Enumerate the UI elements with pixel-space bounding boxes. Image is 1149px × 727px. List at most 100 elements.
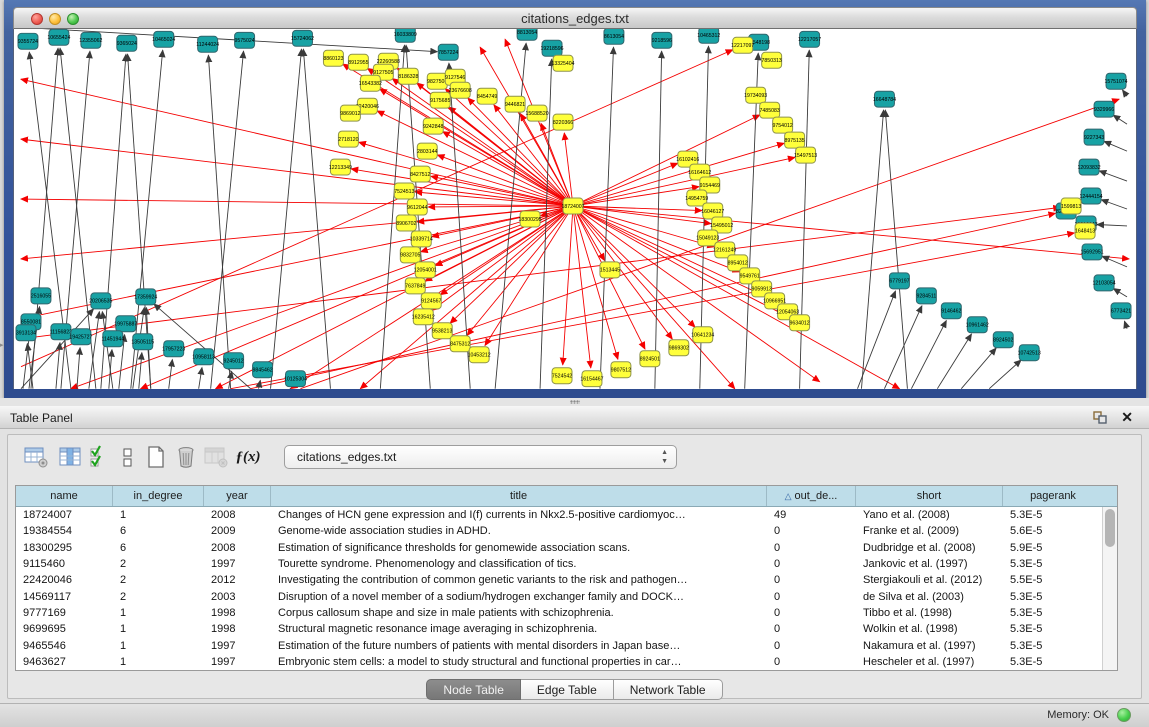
float-panel-icon[interactable]	[1093, 411, 1107, 424]
cell-pagerank[interactable]: 5.3E-5	[1003, 558, 1103, 570]
cell-name[interactable]: 18300295	[16, 542, 113, 554]
tab-network-table[interactable]: Network Table	[614, 679, 723, 700]
graph-node[interactable]: 17957223	[162, 341, 185, 357]
graph-node[interactable]: 23676608	[449, 82, 472, 98]
cell-short[interactable]: Tibbo et al. (1998)	[856, 607, 1003, 619]
cell-name[interactable]: 22420046	[16, 574, 113, 586]
cell-out_degree[interactable]: 0	[767, 525, 856, 537]
cell-year[interactable]: 1998	[204, 607, 271, 619]
cell-in_degree[interactable]: 1	[113, 656, 204, 668]
cell-title[interactable]: Investigating the contribution of common…	[271, 574, 767, 586]
graph-node[interactable]: 12054001	[414, 262, 437, 278]
cell-pagerank[interactable]: 5.3E-5	[1003, 591, 1103, 603]
graph-node[interactable]: 12444154	[1080, 188, 1103, 204]
graph-node[interactable]: 7524513	[394, 183, 414, 199]
tab-edge-table[interactable]: Edge Table	[521, 679, 614, 700]
graph-node[interactable]: 18300295	[519, 211, 542, 227]
graph-node[interactable]: 12213349	[329, 159, 352, 175]
cell-out_degree[interactable]: 0	[767, 640, 856, 652]
graph-node[interactable]: 9355724	[18, 33, 38, 49]
column-header-name[interactable]: name	[16, 486, 113, 506]
cell-title[interactable]: Estimation of significance thresholds fo…	[271, 542, 767, 554]
graph-node[interactable]: 19734093	[744, 87, 767, 103]
graph-node[interactable]: 8906702	[396, 215, 416, 231]
cell-short[interactable]: de Silva et al. (2003)	[856, 591, 1003, 603]
cell-year[interactable]: 1998	[204, 623, 271, 635]
cell-out_degree[interactable]: 0	[767, 542, 856, 554]
table-row[interactable]: 1456911722003Disruption of a novel membe…	[16, 588, 1117, 604]
cell-in_degree[interactable]: 1	[113, 607, 204, 619]
select-all-checks-icon[interactable]	[86, 443, 114, 471]
new-column-icon[interactable]	[142, 443, 170, 471]
cell-in_degree[interactable]: 2	[113, 558, 204, 570]
graph-node[interactable]: 2803144	[417, 143, 437, 159]
graph-node[interactable]: 10125304	[284, 371, 307, 387]
cell-pagerank[interactable]: 5.9E-5	[1003, 542, 1103, 554]
graph-node[interactable]: 9284511	[916, 288, 936, 304]
cell-out_degree[interactable]: 0	[767, 607, 856, 619]
cell-short[interactable]: Franke et al. (2009)	[856, 525, 1003, 537]
graph-node[interactable]: 8975135	[785, 132, 805, 148]
cell-name[interactable]: 9699695	[16, 623, 113, 635]
cell-out_degree[interactable]: 0	[767, 623, 856, 635]
graph-node[interactable]: 9245012	[224, 353, 244, 369]
graph-node[interactable]: 9124567	[421, 293, 441, 309]
cell-out_degree[interactable]: 0	[767, 558, 856, 570]
graph-node[interactable]: 9869302	[669, 340, 689, 356]
table-mode-icon[interactable]	[22, 443, 50, 471]
cell-title[interactable]: Corpus callosum shape and size in male p…	[271, 607, 767, 619]
graph-node[interactable]: 9218596	[652, 32, 672, 48]
cell-name[interactable]: 18724007	[16, 509, 113, 521]
cell-title[interactable]: Embryonic stem cells: a model to study s…	[271, 656, 767, 668]
graph-node[interactable]: 15724062	[291, 30, 314, 46]
graph-node[interactable]: 7850313	[762, 52, 782, 68]
cell-name[interactable]: 9465546	[16, 640, 113, 652]
cell-short[interactable]: Nakamura et al. (1997)	[856, 640, 1003, 652]
cell-title[interactable]: Disruption of a novel member of a sodium…	[271, 591, 767, 603]
table-selector-dropdown[interactable]: citations_edges.txt ▲▼	[284, 445, 677, 469]
cell-title[interactable]: Structural magnetic resonance image aver…	[271, 623, 767, 635]
graph-node[interactable]: 10453212	[468, 347, 491, 363]
cell-name[interactable]: 19384554	[16, 525, 113, 537]
graph-node[interactable]: 9227343	[1084, 129, 1104, 145]
column-header-out_degree[interactable]: △out_de...	[767, 486, 856, 506]
graph-node[interactable]: 8924501	[640, 351, 660, 367]
table-row[interactable]: 969969511998Structural magnetic resonanc…	[16, 621, 1117, 637]
cell-name[interactable]: 9463627	[16, 656, 113, 668]
graph-node[interactable]: 16543382	[359, 75, 382, 91]
cell-in_degree[interactable]: 6	[113, 525, 204, 537]
column-header-in_degree[interactable]: in_degree	[113, 486, 204, 506]
network-window-titlebar[interactable]: citations_edges.txt	[13, 7, 1137, 29]
graph-node[interactable]: 8220366	[553, 114, 573, 130]
graph-node[interactable]: 1513445	[600, 262, 620, 278]
graph-node[interactable]: 8427512	[410, 166, 430, 182]
graph-node[interactable]: 10655424	[47, 29, 70, 45]
graph-node[interactable]: 1599813	[1061, 198, 1081, 214]
cell-title[interactable]: Changes of HCN gene expression and I(f) …	[271, 509, 767, 521]
cell-name[interactable]: 14569117	[16, 591, 113, 603]
graph-node[interactable]: 20206535	[89, 293, 112, 309]
node-table[interactable]: namein_degreeyeartitle△out_de...shortpag…	[15, 485, 1118, 671]
graph-node[interactable]: 10958113	[192, 349, 215, 365]
graph-node[interactable]: 11244024	[196, 36, 219, 52]
graph-node[interactable]: 9845462	[252, 362, 272, 378]
graph-node[interactable]: 13325404	[551, 55, 574, 71]
graph-node[interactable]: 8813054	[517, 29, 537, 40]
graph-node[interactable]: 8924502	[993, 332, 1013, 348]
graph-node[interactable]: 11451944	[101, 331, 124, 347]
cell-in_degree[interactable]: 2	[113, 574, 204, 586]
graph-node[interactable]: 19218596	[540, 40, 563, 56]
column-header-year[interactable]: year	[204, 486, 271, 506]
cell-year[interactable]: 1997	[204, 656, 271, 668]
graph-node[interactable]: 9242848	[423, 118, 443, 134]
graph-node[interactable]: 16154467	[580, 371, 603, 387]
graph-node[interactable]: 7637849	[405, 278, 425, 294]
graph-node[interactable]: 7524542	[552, 368, 572, 384]
graph-node[interactable]: 9538213	[432, 323, 452, 339]
table-row[interactable]: 911546021997Tourette syndrome. Phenomeno…	[16, 556, 1117, 572]
table-row[interactable]: 1830029562008Estimation of significance …	[16, 540, 1117, 556]
tab-node-table[interactable]: Node Table	[426, 679, 521, 700]
cell-pagerank[interactable]: 5.3E-5	[1003, 623, 1103, 635]
graph-node[interactable]: 10641234	[691, 327, 714, 343]
graph-node[interactable]: 12217057	[798, 31, 821, 47]
